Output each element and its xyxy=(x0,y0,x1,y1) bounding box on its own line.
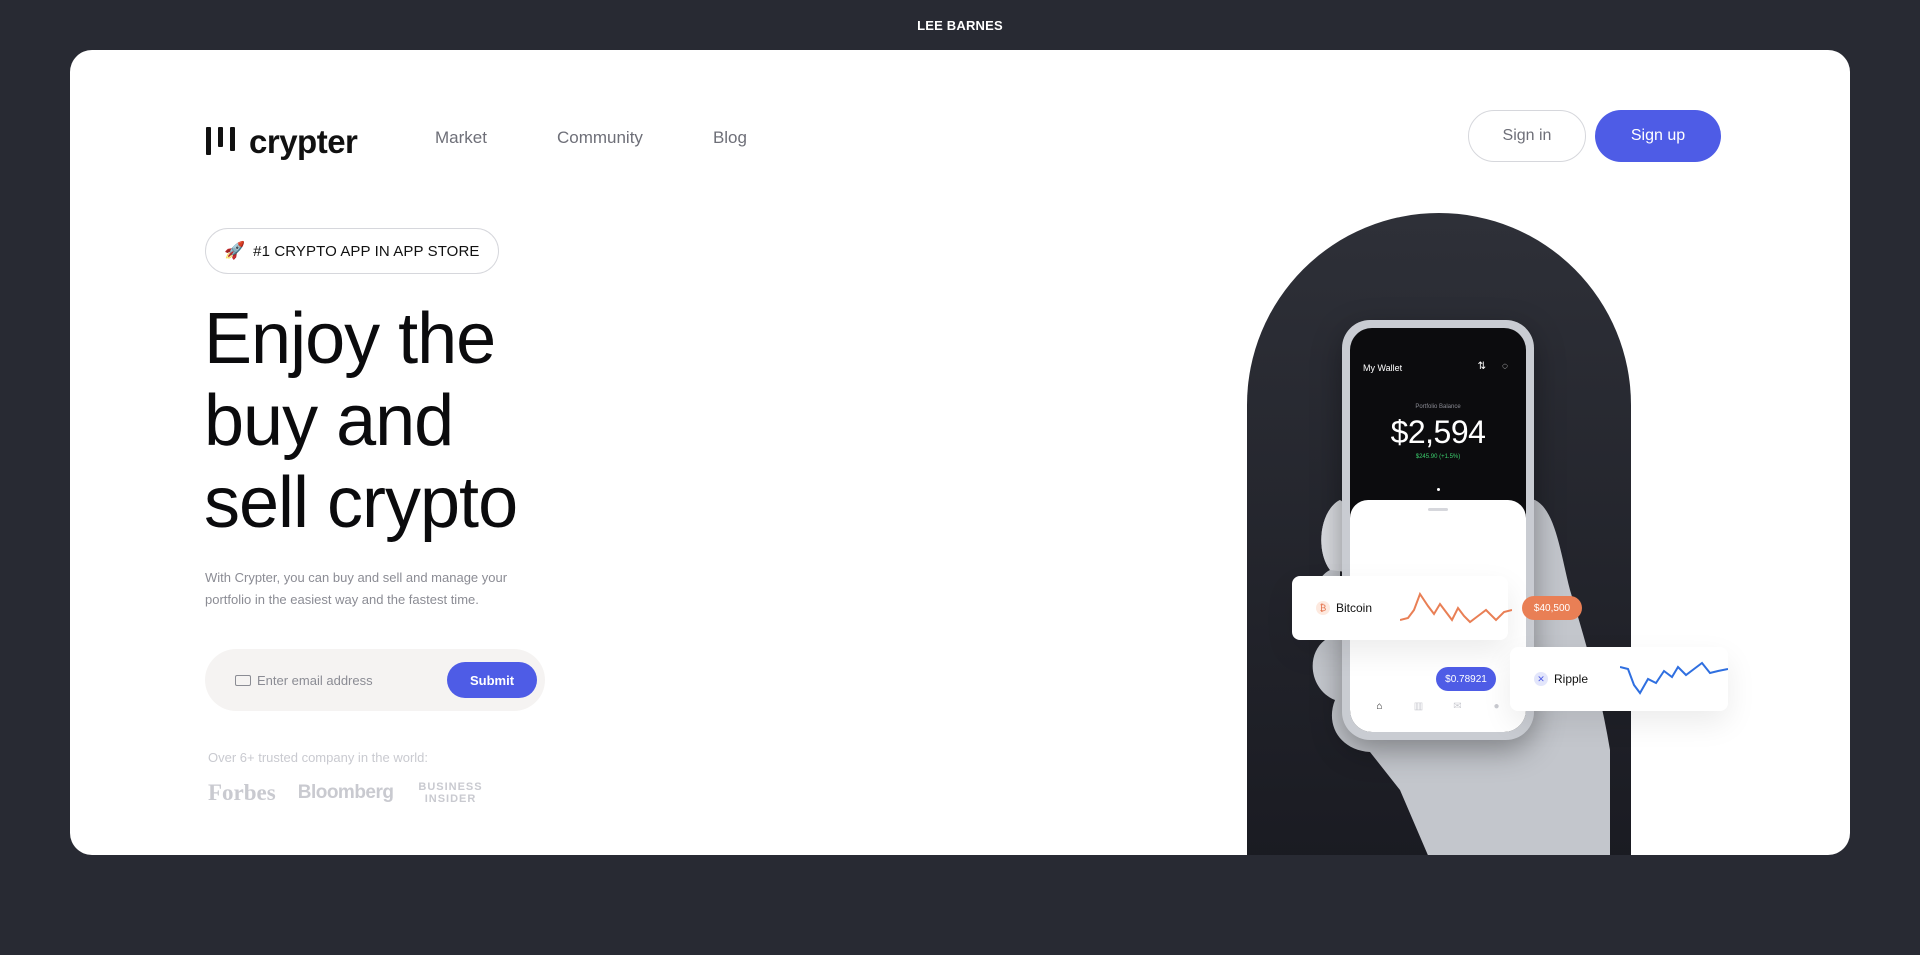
app-store-badge: 🚀 #1 CRYPTO APP IN APP STORE xyxy=(205,228,499,274)
balance-label: Portfolio Balance xyxy=(1415,404,1461,410)
logo-text: crypter xyxy=(249,123,358,160)
hero-subtext: With Crypter, you can buy and sell and m… xyxy=(205,570,508,607)
swap-icon[interactable]: ⇅ xyxy=(1478,361,1486,372)
rocket-icon: 🚀 xyxy=(224,241,246,260)
sheet-handle[interactable] xyxy=(1428,508,1448,511)
logo[interactable]: crypter xyxy=(206,122,358,162)
main-nav: Market Community Blog xyxy=(435,128,747,148)
email-input[interactable] xyxy=(257,672,437,688)
ripple-icon: ✕ xyxy=(1534,672,1548,686)
nav-item-community[interactable]: Community xyxy=(557,128,643,148)
wallet-title: My Wallet xyxy=(1363,363,1403,373)
phone-tabbar: ⌂ ▥ ✉ ● xyxy=(1350,702,1526,712)
bitcoin-price: $40,500 xyxy=(1522,596,1582,620)
headline-line: Enjoy the xyxy=(204,299,496,379)
sign-in-button[interactable]: Sign in xyxy=(1468,110,1586,162)
bitcoin-sparkline xyxy=(1400,591,1512,624)
nav-item-market[interactable]: Market xyxy=(435,128,487,148)
user-icon[interactable]: ● xyxy=(1492,702,1502,712)
home-icon[interactable]: ⌂ xyxy=(1375,702,1385,712)
headline-line: sell crypto xyxy=(204,463,518,543)
bloomberg-logo: Bloomberg xyxy=(297,782,394,803)
email-signup-form: Submit xyxy=(205,649,545,711)
coin-name: Ripple xyxy=(1554,672,1589,686)
nav-item-blog[interactable]: Blog xyxy=(713,128,747,148)
bitcoin-icon: ₿ xyxy=(1316,601,1330,615)
ripple-price: $0.78921 xyxy=(1436,667,1496,691)
balance-change: $245.90 (+1.5%) xyxy=(1415,454,1461,460)
ripple-sparkline xyxy=(1620,661,1728,695)
top-bar: LEE BARNES xyxy=(0,0,1920,50)
submit-button[interactable]: Submit xyxy=(447,662,537,698)
business-insider-logo: BUSINESS INSIDER xyxy=(418,781,483,805)
headline-line: buy and xyxy=(204,381,454,461)
bitcoin-card[interactable]: ₿ Bitcoin xyxy=(1292,576,1512,640)
balance-value: $2,594 xyxy=(1390,414,1486,450)
page-dot xyxy=(1437,488,1440,491)
badge-text: #1 CRYPTO APP IN APP STORE xyxy=(253,242,480,260)
author-label: LEE BARNES xyxy=(917,18,1003,33)
partner-logos: Forbes Bloomberg BUSINESS INSIDER xyxy=(208,780,486,806)
forbes-logo: Forbes xyxy=(208,780,276,805)
ripple-card[interactable]: ✕ Ripple xyxy=(1510,647,1728,711)
sign-up-button[interactable]: Sign up xyxy=(1595,110,1721,162)
landing-card: crypter Market Community Blog Sign in Si… xyxy=(70,50,1850,855)
trusted-text: Over 6+ trusted company in the world: xyxy=(208,750,429,765)
logo-mark-icon xyxy=(206,127,235,157)
hero-headline: Enjoy the buy and sell crypto xyxy=(204,298,664,544)
coin-name: Bitcoin xyxy=(1336,601,1373,615)
chart-icon[interactable]: ▥ xyxy=(1414,702,1424,712)
mail-icon xyxy=(235,674,251,686)
mail-icon[interactable]: ✉ xyxy=(1453,702,1463,712)
bell-icon[interactable]: ◌ xyxy=(1502,361,1508,372)
